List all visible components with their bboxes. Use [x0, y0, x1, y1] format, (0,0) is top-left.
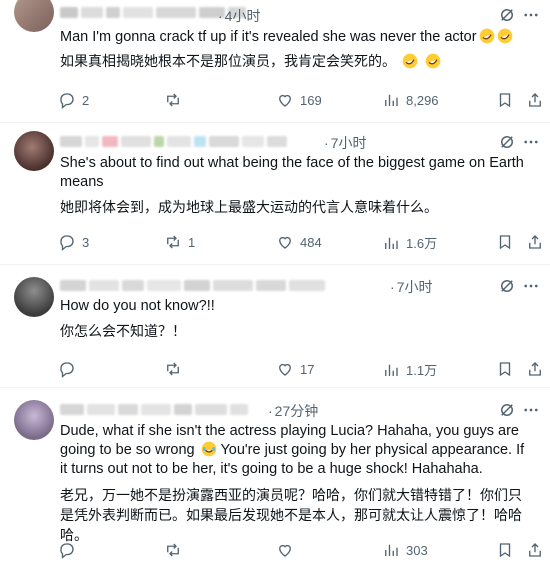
- more-options-icon[interactable]: [522, 401, 540, 419]
- analytics-icon: [385, 237, 398, 249]
- like-button[interactable]: [276, 541, 300, 559]
- reply-button[interactable]: [58, 360, 82, 378]
- action-bar: 303: [58, 541, 541, 561]
- more-options-icon[interactable]: [522, 6, 540, 24]
- bookmark-button[interactable]: [496, 541, 514, 559]
- action-bar: 17 1.1万: [58, 360, 541, 380]
- reply-button[interactable]: 3: [58, 233, 89, 251]
- tweet-translation: 老兄，万一她不是扮演露西亚的演员呢？哈哈，你们就大错特错了！你们只是凭外表判断而…: [60, 488, 522, 544]
- tweet-text: Man I'm gonna crack tf up if it's reveal…: [60, 28, 530, 47]
- timestamp[interactable]: · 7小时: [390, 277, 432, 297]
- bookmark-button[interactable]: [496, 360, 514, 378]
- share-button[interactable]: [526, 541, 544, 559]
- views-button[interactable]: 1.6万: [382, 233, 437, 252]
- bookmark-button[interactable]: [496, 91, 514, 109]
- share-button[interactable]: [526, 360, 544, 378]
- tweet[interactable]: · 7小时 She's about to find out what being …: [0, 123, 550, 265]
- retweet-button[interactable]: [164, 360, 188, 378]
- avatar[interactable]: [14, 131, 54, 171]
- retweet-button[interactable]: [164, 541, 188, 559]
- author-name[interactable]: [60, 279, 325, 292]
- bookmark-icon: [499, 543, 511, 558]
- share-icon: [529, 93, 541, 107]
- bookmark-icon: [499, 235, 511, 250]
- views-button[interactable]: 1.1万: [382, 360, 437, 379]
- tweet-text: Dude, what if she isn't the actress play…: [60, 423, 525, 477]
- timestamp[interactable]: · 27分钟: [268, 401, 318, 421]
- rofl-emoji-icon: [403, 53, 418, 69]
- crying-laughing-emoji-icon: [201, 441, 216, 457]
- like-button[interactable]: 169: [276, 91, 322, 109]
- share-icon: [529, 543, 541, 557]
- grok-icon[interactable]: [498, 277, 516, 295]
- retweet-button[interactable]: 1: [164, 233, 195, 251]
- tweet[interactable]: · 7小时 How do you not know?!! 你怎么会不知道？！ 17…: [0, 265, 550, 388]
- reply-icon: [60, 543, 74, 559]
- tweet[interactable]: · 4小时 Man I'm gonna crack tf up if it's r…: [0, 0, 550, 123]
- reply-button[interactable]: [58, 541, 82, 559]
- share-icon: [529, 235, 541, 249]
- heart-icon: [279, 94, 291, 107]
- tweet-text: She's about to find out what being the f…: [60, 155, 524, 190]
- retweet-icon: [167, 235, 179, 249]
- timestamp[interactable]: · 7小时: [324, 133, 366, 153]
- grok-icon[interactable]: [498, 401, 516, 419]
- reply-icon: [60, 362, 74, 378]
- analytics-icon: [385, 544, 398, 556]
- reply-icon: [60, 235, 74, 251]
- timestamp[interactable]: · 4小时: [218, 6, 260, 26]
- grok-icon[interactable]: [498, 6, 516, 24]
- rofl-emoji-icon: [425, 53, 441, 69]
- rofl-emoji-icon: [479, 28, 494, 44]
- views-button[interactable]: 8,296: [382, 91, 439, 109]
- avatar[interactable]: [14, 0, 54, 32]
- more-options-icon[interactable]: [522, 277, 540, 295]
- retweet-icon: [167, 93, 179, 107]
- action-bar: 3 1 484 1.6万: [58, 233, 541, 253]
- heart-icon: [279, 544, 291, 557]
- tweet[interactable]: · 27分钟 Dude, what if she isn't the actres…: [0, 388, 550, 565]
- action-bar: 2 169 8,296: [58, 91, 541, 111]
- retweet-icon: [167, 543, 179, 557]
- tweet-translation: 她即将体会到，成为地球上最盛大运动的代言人意味着什么。: [60, 200, 438, 216]
- avatar[interactable]: [14, 277, 54, 317]
- author-name[interactable]: [60, 135, 287, 148]
- more-options-icon[interactable]: [522, 133, 540, 151]
- reply-button[interactable]: 2: [58, 91, 89, 109]
- share-icon: [529, 362, 541, 376]
- analytics-icon: [385, 364, 398, 376]
- rofl-emoji-icon: [497, 28, 512, 44]
- heart-icon: [279, 363, 291, 376]
- analytics-icon: [385, 94, 398, 106]
- bookmark-icon: [499, 93, 511, 108]
- author-name[interactable]: [60, 403, 248, 416]
- heart-icon: [279, 236, 291, 249]
- bookmark-icon: [499, 362, 511, 377]
- share-button[interactable]: [526, 91, 544, 109]
- like-button[interactable]: 17: [276, 360, 314, 378]
- tweet-text: How do you not know?!!: [60, 298, 215, 314]
- share-button[interactable]: [526, 233, 544, 251]
- bookmark-button[interactable]: [496, 233, 514, 251]
- tweet-translation: 如果真相揭晓她根本不是那位演员，我肯定会笑死的。: [60, 52, 530, 72]
- grok-icon[interactable]: [498, 133, 516, 151]
- retweet-button[interactable]: [164, 91, 188, 109]
- like-button[interactable]: 484: [276, 233, 322, 251]
- retweet-icon: [167, 362, 179, 376]
- reply-icon: [60, 93, 74, 109]
- avatar[interactable]: [14, 400, 54, 440]
- tweet-translation: 你怎么会不知道？！: [60, 324, 186, 340]
- views-button[interactable]: 303: [382, 541, 428, 559]
